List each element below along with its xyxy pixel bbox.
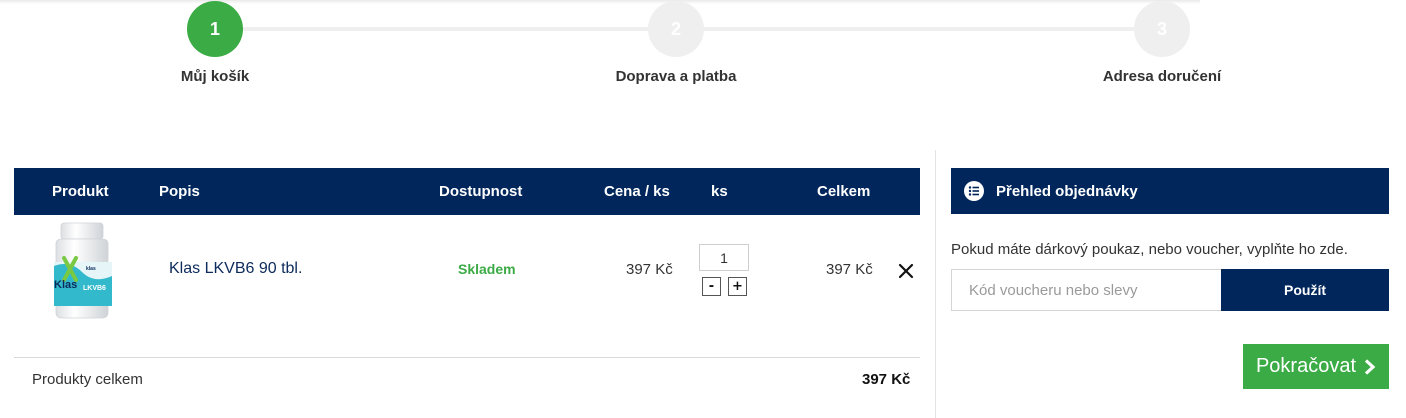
order-summary-title: Přehled objednávky — [996, 183, 1138, 200]
quantity-input[interactable] — [699, 244, 749, 271]
cart-divider — [14, 357, 920, 358]
product-name-link[interactable]: Klas LKVB6 90 tbl. — [169, 260, 302, 278]
continue-button[interactable]: Pokračovat — [1243, 344, 1389, 389]
list-icon — [964, 181, 984, 201]
step-1-number: 1 — [209, 18, 220, 39]
header-availability: Dostupnost — [439, 183, 523, 200]
close-icon[interactable] — [897, 262, 915, 280]
products-total-label: Produkty celkem — [32, 371, 143, 388]
quantity-decrease-button[interactable]: - — [702, 277, 721, 296]
header-description: Popis — [159, 183, 200, 200]
product-image-brand: Klas — [54, 279, 77, 291]
product-image-logo: klas — [86, 266, 96, 272]
step-3-circle: 3 — [1134, 1, 1190, 57]
header-quantity: ks — [711, 183, 728, 200]
product-image[interactable]: Klas klas LKVB6 — [48, 222, 116, 320]
chevron-right-icon — [1364, 358, 1376, 375]
step-1-label[interactable]: Můj košík — [181, 68, 249, 85]
products-total-value: 397 Kč — [862, 371, 911, 388]
quantity-increase-button[interactable]: + — [728, 277, 747, 296]
column-separator — [935, 150, 936, 418]
availability-status: Skladem — [458, 261, 516, 277]
top-shadow — [0, 0, 1200, 4]
step-2-circle: 2 — [648, 1, 704, 57]
header-product: Produkt — [52, 183, 109, 200]
order-summary-header: Přehled objednávky — [951, 168, 1389, 214]
step-2-label: Doprava a platba — [615, 68, 737, 85]
unit-price: 397 Kč — [626, 261, 673, 278]
apply-voucher-button[interactable]: Použít — [1221, 269, 1389, 311]
header-total: Celkem — [817, 183, 871, 200]
voucher-code-input[interactable] — [951, 269, 1222, 311]
voucher-prompt: Pokud máte dárkový poukaz, nebo voucher,… — [951, 241, 1348, 258]
step-3-label: Adresa doručení — [1102, 68, 1222, 85]
line-total: 397 Kč — [826, 261, 873, 278]
header-unit-price: Cena / ks — [604, 183, 670, 200]
step-3-number: 3 — [1156, 18, 1167, 39]
step-1-circle[interactable]: 1 — [187, 1, 243, 57]
cart-table-header: Produkt Popis Dostupnost Cena / ks ks Ce… — [14, 168, 920, 215]
step-2-number: 2 — [670, 18, 681, 39]
continue-button-label: Pokračovat — [1255, 355, 1357, 377]
product-image-label: LKVB6 — [83, 285, 106, 292]
